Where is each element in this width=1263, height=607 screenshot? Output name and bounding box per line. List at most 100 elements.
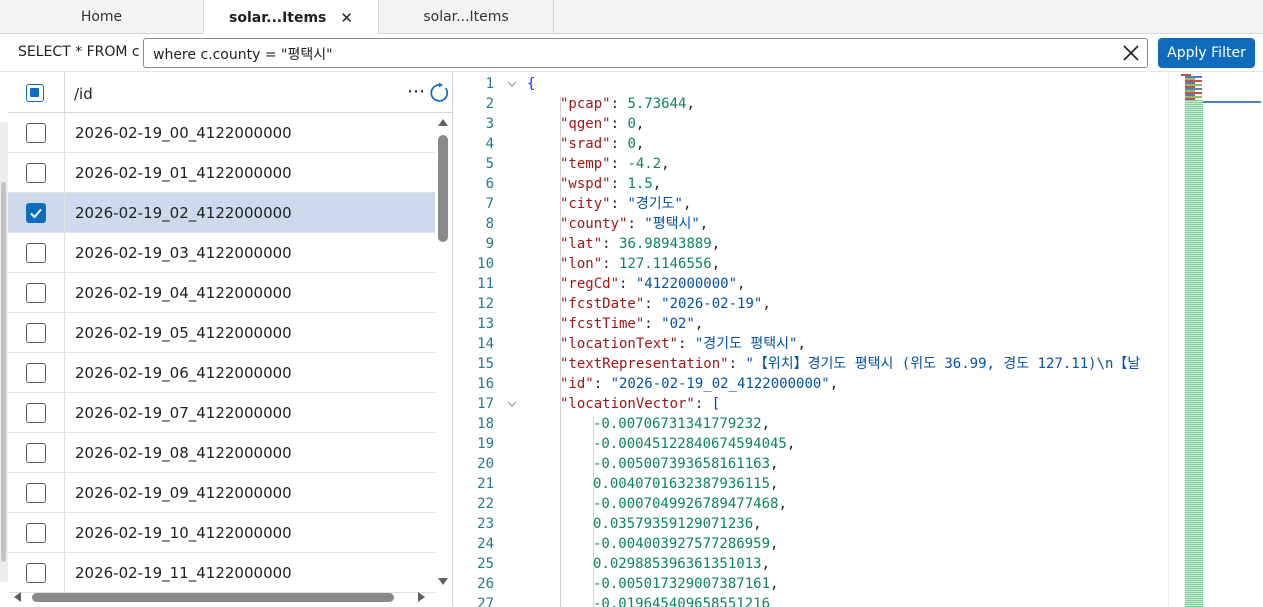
token: 5.73644: [627, 96, 687, 112]
row-checkbox[interactable]: [26, 323, 46, 343]
row-checkbox[interactable]: [26, 483, 46, 503]
tab-solar-items[interactable]: solar...Items: [379, 0, 554, 34]
fold-chevron-down-icon[interactable]: [505, 394, 519, 414]
document-row[interactable]: 2026-02-19_07_4122000000: [8, 393, 435, 433]
row-checkbox[interactable]: [26, 363, 46, 383]
editor-minimap[interactable]: [1168, 72, 1263, 607]
id-column-header[interactable]: /id: [74, 85, 93, 103]
row-checkbox[interactable]: [26, 203, 46, 223]
code-line: 1{: [454, 74, 1169, 94]
list-header: /id ⋯: [8, 72, 452, 113]
token: "fcstDate": [560, 296, 645, 312]
scroll-up-icon[interactable]: [438, 119, 448, 126]
line-content: -0.00706731341779232,: [593, 414, 770, 434]
document-id: 2026-02-19_01_4122000000: [75, 164, 292, 182]
column-divider: [64, 233, 65, 273]
line-content: -0.00045122840674594045,: [593, 434, 795, 454]
token: ,: [699, 216, 709, 232]
list-horizontal-scrollbar[interactable]: [8, 587, 435, 607]
filter-query-input[interactable]: [153, 44, 1113, 64]
line-content: -0.019645409658551216: [593, 594, 770, 607]
token: "4122000000": [635, 276, 738, 292]
row-checkbox[interactable]: [26, 163, 46, 183]
code-line: 14 "locationText": "경기도 평택시",: [454, 334, 1169, 354]
document-row[interactable]: 2026-02-19_08_4122000000: [8, 433, 435, 473]
token: ,: [770, 476, 779, 492]
fold-chevron-down-icon[interactable]: [505, 74, 519, 94]
scroll-down-icon[interactable]: [438, 578, 448, 585]
line-content: "locationVector": [: [560, 394, 720, 414]
token: ,: [761, 416, 771, 432]
line-number: 24: [477, 536, 494, 552]
code-area[interactable]: 1{2 "pcap": 5.73644, 3 "qgen": 0, 4 "srad": 0…: [454, 74, 1169, 607]
token: :: [644, 316, 662, 332]
row-checkbox[interactable]: [26, 123, 46, 143]
line-number: 3: [485, 116, 494, 132]
line-content: {: [527, 74, 535, 94]
list-vertical-scrollbar[interactable]: [435, 113, 451, 587]
tab-home[interactable]: Home: [0, 0, 204, 34]
tab-solar-items-active[interactable]: solar...Items ✕: [204, 0, 379, 35]
document-row[interactable]: 2026-02-19_09_4122000000: [8, 473, 435, 513]
column-divider: [64, 353, 65, 393]
token: :: [610, 136, 628, 152]
scroll-left-icon[interactable]: [14, 592, 21, 602]
scrollbar-thumb[interactable]: [32, 593, 394, 602]
scrollbar-thumb[interactable]: [438, 135, 448, 242]
apply-filter-button[interactable]: Apply Filter: [1158, 38, 1255, 68]
query-prefix: SELECT * FROM c: [18, 44, 140, 60]
token: ,: [753, 516, 762, 532]
row-checkbox[interactable]: [26, 283, 46, 303]
row-checkbox[interactable]: [26, 523, 46, 543]
document-row[interactable]: 2026-02-19_01_4122000000: [8, 153, 435, 193]
document-row[interactable]: 2026-02-19_10_4122000000: [8, 513, 435, 553]
row-checkbox[interactable]: [26, 403, 46, 423]
code-line: 16 "id": "2026-02-19_02_4122000000",: [454, 374, 1169, 394]
code-line: 19 -0.00045122840674594045,: [454, 434, 1169, 454]
token: :: [644, 296, 662, 312]
token: 0: [627, 136, 636, 152]
token: :: [610, 156, 628, 172]
token: :: [593, 376, 611, 392]
document-row[interactable]: 2026-02-19_05_4122000000: [8, 313, 435, 353]
line-number: 16: [477, 376, 494, 392]
line-content: "srad": 0,: [560, 134, 644, 154]
scroll-right-icon[interactable]: [418, 592, 425, 602]
row-checkbox[interactable]: [26, 443, 46, 463]
code-line: 2 "pcap": 5.73644,: [454, 94, 1169, 114]
tab-close-icon[interactable]: ✕: [340, 9, 353, 27]
select-all-checkbox[interactable]: [26, 84, 44, 102]
code-line: 5 "temp": -4.2,: [454, 154, 1169, 174]
token: ,: [711, 256, 721, 272]
row-checkbox[interactable]: [26, 243, 46, 263]
line-content: "city": "경기도",: [560, 194, 691, 214]
refresh-icon[interactable]: [428, 82, 450, 104]
token: "temp": [560, 156, 611, 172]
token: ,: [770, 536, 779, 552]
row-checkbox[interactable]: [26, 563, 46, 583]
outer-scrollbar[interactable]: [0, 122, 8, 582]
document-row[interactable]: 2026-02-19_03_4122000000: [8, 233, 435, 273]
token: {: [527, 76, 536, 92]
token: ,: [635, 116, 645, 132]
token: -0.004003927577286959: [593, 536, 771, 552]
line-number: 20: [477, 456, 494, 472]
token: "regCd": [560, 276, 620, 292]
tab-label: solar...Items: [229, 9, 327, 26]
more-horizontal-icon[interactable]: ⋯: [407, 81, 426, 102]
line-content: -0.004003927577286959,: [593, 534, 778, 554]
code-line: 7 "city": "경기도",: [454, 194, 1169, 214]
token: :: [602, 256, 620, 272]
close-icon[interactable]: [1121, 43, 1141, 63]
outer-scrollbar-thumb[interactable]: [1, 182, 6, 562]
json-editor[interactable]: 1{2 "pcap": 5.73644, 3 "qgen": 0, 4 "srad": 0…: [454, 72, 1263, 607]
document-row[interactable]: 2026-02-19_06_4122000000: [8, 353, 435, 393]
document-row[interactable]: 2026-02-19_04_4122000000: [8, 273, 435, 313]
document-row[interactable]: 2026-02-19_00_4122000000: [8, 113, 435, 153]
document-row[interactable]: 2026-02-19_02_4122000000: [8, 193, 435, 233]
column-divider: [64, 193, 65, 233]
column-divider: [64, 72, 65, 113]
token: 0.0040701632387936115: [593, 476, 771, 492]
line-number: 6: [485, 176, 494, 192]
line-number: 17: [477, 396, 494, 412]
